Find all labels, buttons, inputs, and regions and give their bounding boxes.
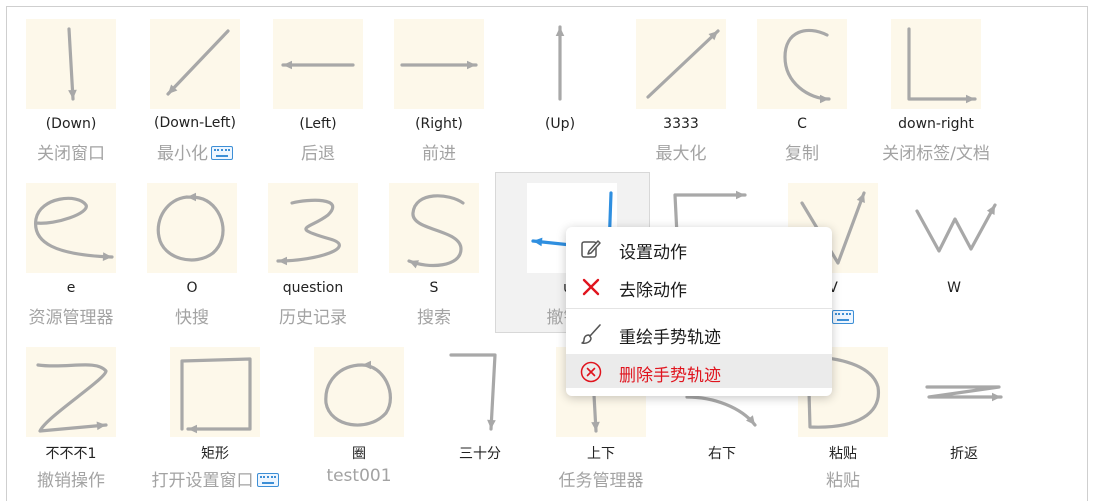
gesture-action: 粘贴 [763,466,923,491]
close-icon [580,276,602,298]
gesture-question-icon [268,183,358,273]
gesture-action: 前进 [359,139,519,164]
keyboard-icon [832,310,854,324]
gesture-action-label: 打开设置窗口 [151,471,254,491]
menu-item-label: 删除手势轨迹 [619,366,721,386]
gesture-action-label: 历史记录 [279,308,347,328]
gesture-down-left-icon [150,19,240,109]
gesture-3333-icon [636,19,726,109]
gesture-action: 撤销操作 [0,466,151,491]
gesture-action-label: 关闭窗口 [37,144,105,164]
gesture-action: 打开设置窗口 [135,466,295,491]
gesture-name: W [947,280,961,296]
gesture-action-label: 前进 [422,144,456,164]
gesture-action-label: 任务管理器 [558,471,644,491]
gesture-action-label: 快搜 [175,308,209,328]
gesture-action: 搜索 [354,303,514,328]
menu-separator [566,308,832,309]
gesture-action-label: 复制 [785,144,819,164]
gesture-name: 折返 [950,446,978,462]
gesture-name: 矩形 [201,446,229,462]
menu-item-label: 重绘手势轨迹 [619,328,721,348]
gesture-o-icon [147,183,237,273]
gesture-name: down-right [898,116,974,132]
menu-item-redraw-gesture[interactable]: 重绘手势轨迹 [566,316,832,350]
delete-circle-icon [580,361,602,383]
gesture-name: S [429,280,439,296]
gesture-action: 任务管理器 [521,466,681,491]
gesture-name: 不不不1 [45,446,97,462]
gesture-z-icon [26,347,116,437]
keyboard-icon [211,146,233,160]
gesture-s-icon [389,183,479,273]
gesture-action-label: 后退 [301,144,335,164]
gesture-action: 关闭标签/文档 [856,139,1016,164]
gesture-action-label: 最小化 [157,144,208,164]
menu-item-delete-gesture[interactable]: 删除手势轨迹 [566,354,832,388]
gesture-action: test001 [279,466,439,486]
gesture-w-icon [909,183,999,273]
gesture-action-label: test001 [326,466,392,486]
gesture-right-down-icon [435,347,525,437]
edit-icon [580,238,602,260]
gesture-action-label: 最大化 [655,144,707,164]
gesture-left-icon [273,19,363,109]
context-menu: 设置动作 去除动作 重绘手势轨迹 删除手势轨迹 [566,227,832,396]
gesture-right-icon [394,19,484,109]
gesture-action-label: 撤销操作 [37,471,105,491]
menu-item-remove-action[interactable]: 去除动作 [566,269,832,303]
gesture-up-icon [515,19,605,109]
gesture-action-label: 资源管理器 [28,308,114,328]
menu-item-label: 去除动作 [619,281,687,301]
gesture-c-icon [757,19,847,109]
gesture-action-label: 粘贴 [826,471,860,491]
menu-item-set-action[interactable]: 设置动作 [566,231,832,265]
gesture-action-label: 关闭标签/文档 [882,144,990,164]
gesture-zigzag-right-icon [919,347,1009,437]
gesture-down-icon [26,19,116,109]
gesture-e-icon [26,183,116,273]
brush-icon [580,323,602,345]
gesture-circle-icon [314,347,404,437]
gesture-down-right-icon [891,19,981,109]
gesture-action-label: 搜索 [417,308,451,328]
gesture-rectangle-icon [170,347,260,437]
menu-item-label: 设置动作 [619,243,687,263]
keyboard-icon [256,473,279,487]
